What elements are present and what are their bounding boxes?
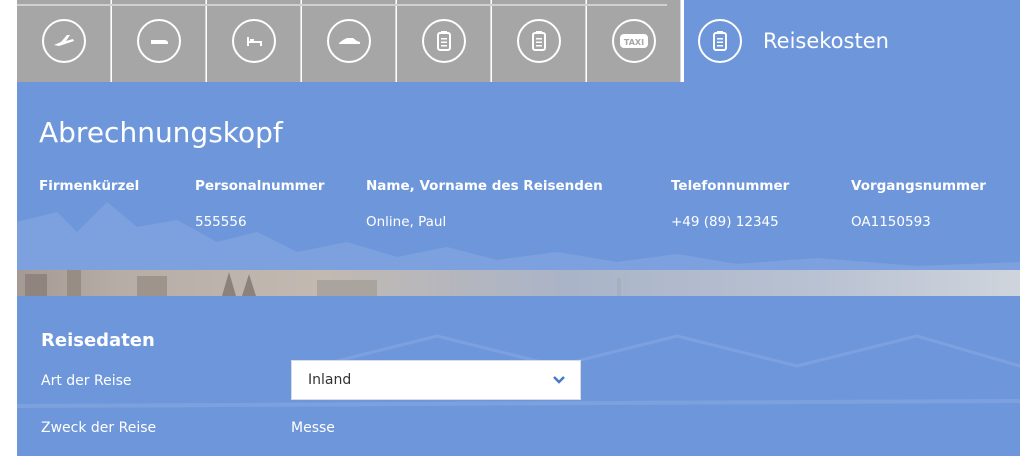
tab-hotel[interactable] [207,0,301,82]
trip-type-select[interactable]: Inland [291,360,581,400]
tab-car[interactable] [302,0,396,82]
column-header: Vorgangsnummer [851,178,986,194]
skyline-silhouette [25,270,621,296]
trip-purpose-value: Messe [291,420,335,436]
background-skyline-image [17,202,1020,270]
tab-taxi[interactable]: TAXI [587,0,681,82]
clipboard-icon [698,19,742,63]
section-title: Reisedaten [41,330,155,351]
column-firmenkuerzel: Firmenkürzel [39,178,139,214]
tab-reisekosten[interactable]: Reisekosten [684,0,1020,82]
taxi-badge-text: TAXI [623,38,643,47]
taxi-icon: TAXI [611,19,656,63]
trip-type-selected-value: Inland [308,372,352,388]
trip-type-label: Art der Reise [41,373,132,389]
plane-icon [41,19,86,63]
background-photo-strip [17,270,1020,296]
page-title: Abrechnungskopf [39,116,283,149]
trip-purpose-label: Zweck der Reise [41,420,157,436]
billing-header-panel: Abrechnungskopf Firmenkürzel Personalnum… [17,82,1020,270]
car-icon [326,19,371,63]
tab-flight[interactable] [17,0,111,82]
chevron-down-icon [553,376,565,384]
clipboard-icon [516,19,561,63]
tab-expense-1[interactable] [397,0,491,82]
column-value: Online, Paul [366,214,447,230]
column-value: 555556 [195,214,247,230]
column-vorgangsnummer: Vorgangsnummer OA1150593 [851,178,986,230]
column-header: Name, Vorname des Reisenden [366,178,603,194]
column-header: Firmenkürzel [39,178,140,194]
column-header: Personalnummer [195,178,325,194]
travel-type-tabs: TAXI Reisekosten [17,0,1020,82]
tab-bar-top-border [17,4,667,6]
hotel-bed-icon [231,19,276,63]
clipboard-icon [421,19,466,63]
column-personalnummer: Personalnummer 555556 [195,178,325,230]
column-header: Telefonnummer [671,178,790,194]
column-value: +49 (89) 12345 [671,214,779,230]
tab-train[interactable] [112,0,206,82]
column-telefonnummer: Telefonnummer +49 (89) 12345 [671,178,789,230]
tab-reisekosten-label: Reisekosten [763,29,889,53]
column-name: Name, Vorname des Reisenden Online, Paul [366,178,603,230]
tab-expense-2[interactable] [492,0,586,82]
travel-data-panel: Reisedaten Art der Reise Inland Zweck de… [17,296,1020,456]
train-icon [136,19,181,63]
column-value: OA1150593 [851,214,931,230]
